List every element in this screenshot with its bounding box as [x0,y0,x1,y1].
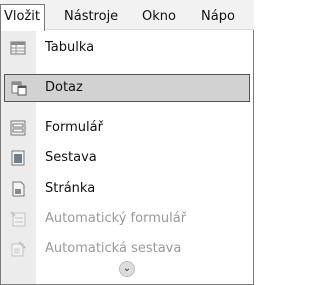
form-icon [10,120,26,136]
menubar-item-vlozit[interactable]: Vložit [0,4,45,31]
menubar-item-okno[interactable]: Okno [142,8,176,26]
autoreport-icon [11,241,26,257]
menubar-item-napoveda[interactable]: Nápo [201,8,235,26]
menu-item-sestava[interactable]: Sestava [1,144,249,172]
report-icon [11,150,25,166]
menu-item-label: Automatický formulář [45,211,187,226]
menu-item-dotaz[interactable]: Dotaz [4,74,250,102]
menu-item-label: Formulář [45,120,103,135]
menu-bar: Vložit Nástroje Okno Nápo [0,0,254,31]
query-icon [11,81,27,96]
menu-item-formular[interactable]: Formulář [1,114,249,142]
insert-menu-dropdown: Tabulka Dotaz Formulář Sestava Stránka A… [0,30,254,285]
menubar-item-nastroje[interactable]: Nástroje [64,8,118,26]
menu-item-automaticka-sestava[interactable]: Automatická sestava [1,235,249,263]
menu-item-label: Stránka [45,181,96,196]
menu-item-label: Sestava [45,150,97,165]
menu-item-tabulka[interactable]: Tabulka [1,34,249,62]
chevron-double-down-icon[interactable]: ⌄ [119,261,135,277]
table-icon [10,41,26,55]
menu-item-stranka[interactable]: Stránka [1,175,249,203]
menu-item-label: Automatická sestava [45,241,182,256]
menu-item-label: Tabulka [45,40,95,55]
autoform-icon [10,211,26,227]
menu-item-label: Dotaz [45,80,83,95]
menu-item-automaticky-formular[interactable]: Automatický formulář [1,205,249,233]
page-icon [12,181,25,197]
